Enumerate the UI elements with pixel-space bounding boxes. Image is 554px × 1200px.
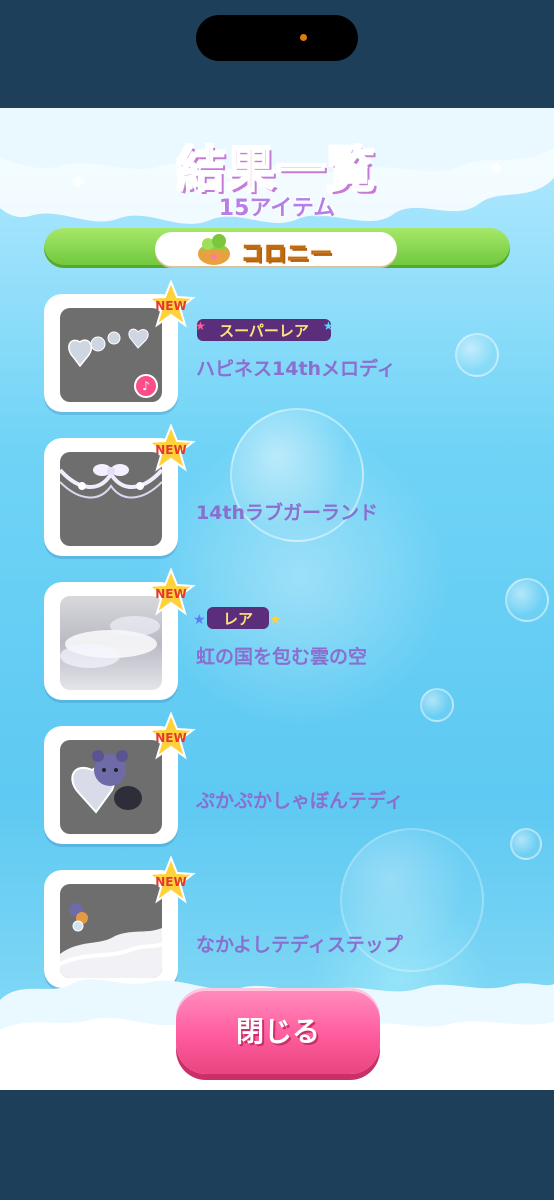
item-name: 14thラブガーランド (196, 502, 379, 524)
list-item[interactable]: NEW 14thラブガーランド (0, 424, 554, 558)
svg-text:★: ★ (269, 612, 282, 628)
new-label: NEW (155, 587, 186, 601)
item-count: 15アイテム (218, 196, 336, 221)
svg-text:★: ★ (323, 319, 334, 333)
new-star-badge: NEW (146, 568, 196, 616)
item-name: ハピネス14thメロディ (196, 358, 396, 380)
rarity-label: レア (223, 610, 253, 628)
camera-indicator (300, 34, 307, 41)
new-label: NEW (155, 299, 186, 313)
new-star-badge: NEW (146, 712, 196, 760)
list-item[interactable]: ♪ NEW スーパーレア ★ ★ ハピネス14thメロディ (0, 280, 554, 414)
dynamic-island (196, 15, 358, 61)
item-name: 虹の国を包む雲の空 (196, 646, 368, 668)
item-name: ぷかぷかしゃぼんテディ (196, 790, 404, 812)
music-note-icon: ♪ (134, 374, 158, 398)
new-star-badge: NEW (146, 856, 196, 904)
colony-icon (198, 234, 230, 265)
new-label: NEW (155, 875, 186, 889)
new-star-badge: NEW (146, 424, 196, 472)
list-item[interactable]: NEW レア ★ ★ 虹の国を包む雲の空 (0, 568, 554, 702)
svg-text:★: ★ (195, 319, 206, 333)
category-tab: コロニー (155, 232, 397, 268)
rarity-badge: レア ★ ★ (193, 604, 283, 632)
rarity-label: スーパーレア (219, 322, 309, 340)
list-item[interactable]: NEW ぷかぷかしゃぼんテディ (0, 712, 554, 846)
close-button[interactable]: 閉じる (176, 988, 380, 1074)
result-panel: ✦ ✦ ✦ ✦ 結果一覧 15アイテム コロニー ♪ (0, 108, 554, 1090)
category-label: コロニー (240, 242, 334, 268)
close-button-label: 閉じる (235, 1015, 320, 1048)
new-label: NEW (155, 731, 186, 745)
rarity-badge: スーパーレア ★ ★ (193, 316, 335, 344)
new-label: NEW (155, 443, 186, 457)
svg-text:★: ★ (193, 612, 206, 628)
new-star-badge: NEW (146, 280, 196, 328)
